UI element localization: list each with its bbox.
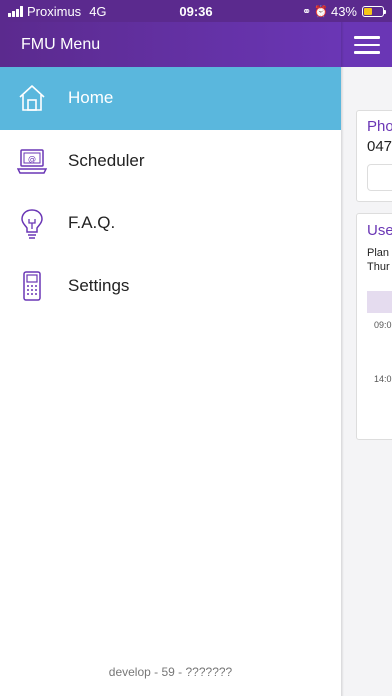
phone-keypad-icon <box>23 271 41 301</box>
user-card: Use Plan Thur 09:0 14:0 <box>356 213 392 440</box>
home-icon <box>19 85 45 112</box>
menu-item-scheduler[interactable]: @ Scheduler <box>0 130 341 193</box>
drawer-shadow <box>341 0 344 696</box>
phone-card: Pho 047 <box>356 110 392 202</box>
hamburger-menu-icon[interactable] <box>354 36 380 54</box>
menu-item-home[interactable]: Home <box>0 67 341 130</box>
user-card-line2: Thur <box>367 261 390 273</box>
battery-icon <box>362 6 386 17</box>
menu-item-label: F.A.Q. <box>68 213 116 233</box>
calendar-time-2: 14:0 <box>374 374 392 384</box>
drawer-title: FMU Menu <box>21 36 101 53</box>
menu-list: Home @ Scheduler F.A.Q. Settings <box>0 67 341 317</box>
laptop-email-icon: @ <box>17 149 47 174</box>
battery-percent: 43% <box>330 4 357 19</box>
phone-card-title: Pho <box>367 118 392 135</box>
phone-card-value: 047 <box>367 138 392 155</box>
version-label: develop - 59 - ??????? <box>108 665 233 679</box>
menu-item-faq[interactable]: F.A.Q. <box>0 192 341 255</box>
svg-text:@: @ <box>28 154 36 163</box>
menu-item-label: Home <box>68 88 114 108</box>
menu-item-label: Scheduler <box>68 150 145 170</box>
background-app: Pho 047 Use Plan Thur 09:0 14:0 <box>341 0 392 696</box>
lightbulb-icon <box>21 209 43 239</box>
user-card-title: Use <box>367 222 392 239</box>
navigation-drawer: FMU Menu Home @ Scheduler F.A.Q. Setting… <box>0 0 341 696</box>
status-right-icons: ⚭ ⏰ 43% <box>302 4 386 19</box>
calendar-header-bar <box>367 291 392 313</box>
phone-card-button[interactable] <box>367 164 392 191</box>
menu-item-settings[interactable]: Settings <box>0 255 341 318</box>
calendar-time-1: 09:0 <box>374 320 392 330</box>
alarm-icon: ⏰ <box>314 6 328 18</box>
user-card-line1: Plan <box>367 247 390 259</box>
status-bar: Proximus 4G 09:36 ⚭ ⏰ 43% <box>0 0 392 22</box>
menu-item-label: Settings <box>68 275 130 295</box>
orientation-lock-icon: ⚭ <box>302 6 312 18</box>
